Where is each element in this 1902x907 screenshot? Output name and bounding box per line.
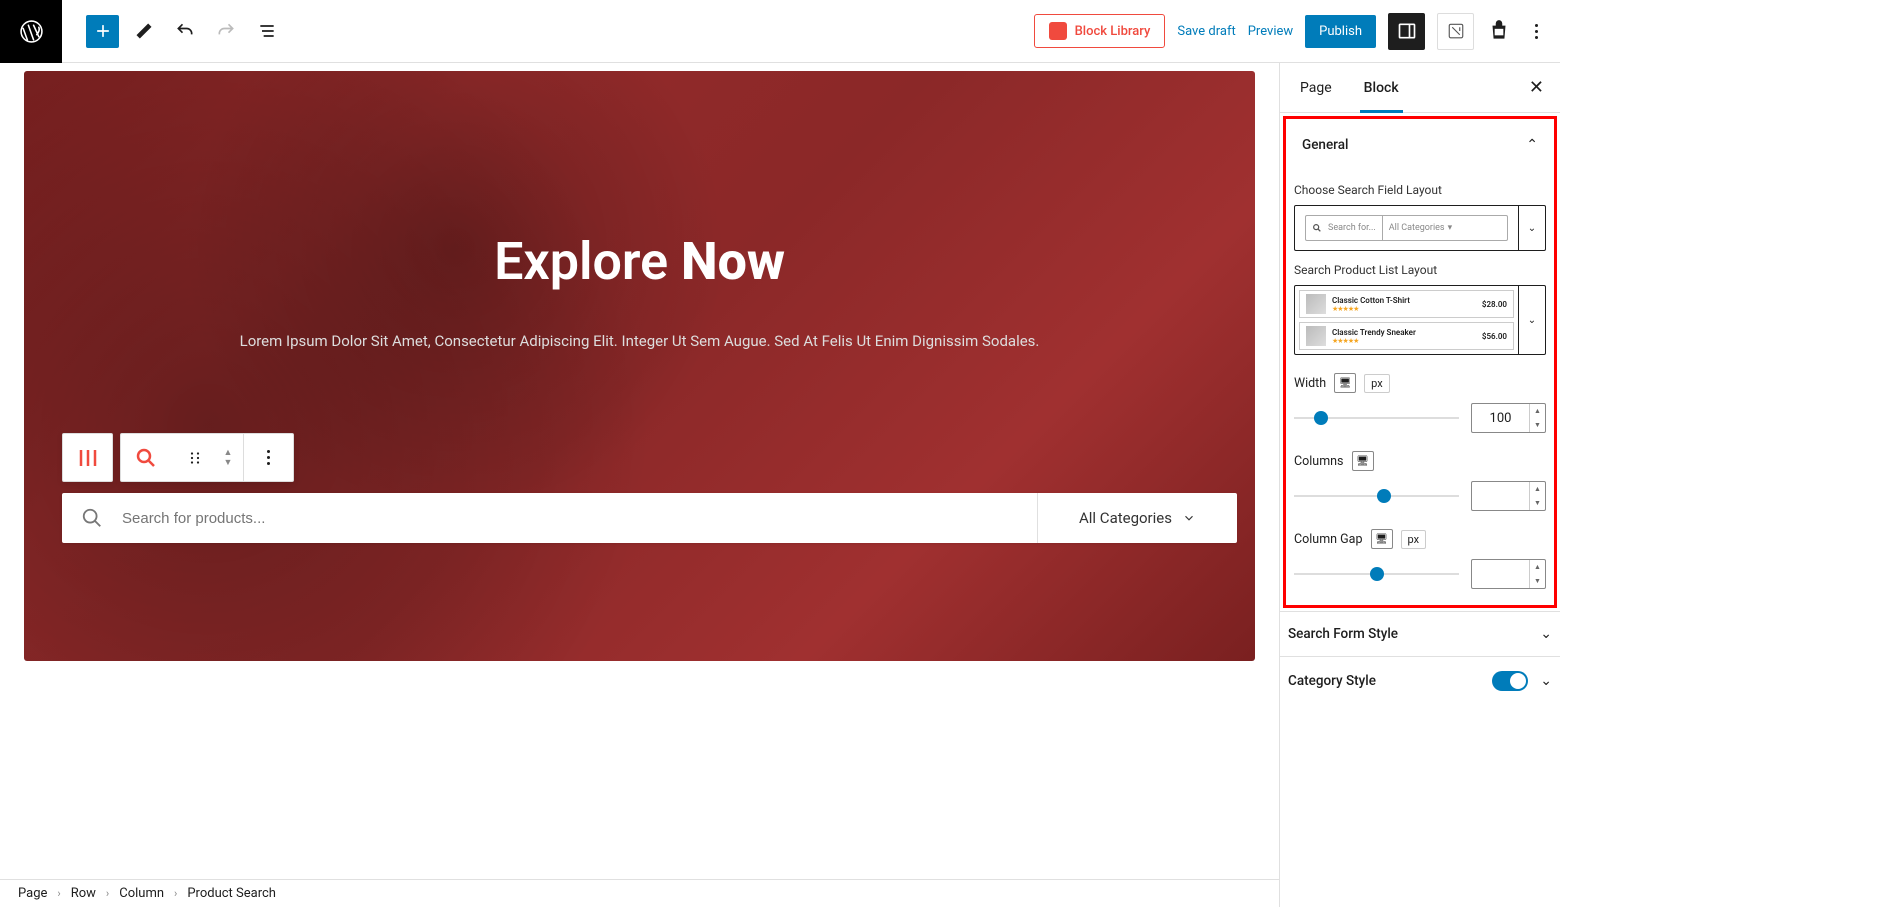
cart-icon[interactable] bbox=[1486, 18, 1512, 44]
bag-icon bbox=[1049, 22, 1067, 40]
preview-button[interactable]: Preview bbox=[1248, 24, 1293, 39]
styles-toggle-icon[interactable] bbox=[1437, 13, 1474, 50]
panel-general-toggle[interactable]: General ⌃ bbox=[1294, 123, 1546, 167]
breadcrumb-item[interactable]: Page bbox=[18, 886, 47, 901]
list-item: Classic Cotton T-Shirt ★★★★★ $28.00 bbox=[1299, 290, 1514, 318]
desktop-icon[interactable]: 🖥 bbox=[1334, 373, 1356, 393]
width-input[interactable]: 100 ▲▼ bbox=[1471, 403, 1546, 433]
tab-page[interactable]: Page bbox=[1296, 63, 1336, 112]
chevron-right-icon: › bbox=[106, 887, 109, 900]
list-layout-label: Search Product List Layout bbox=[1294, 263, 1546, 277]
unit-selector[interactable]: px bbox=[1364, 374, 1390, 393]
chevron-down-icon: ⌄ bbox=[1519, 206, 1545, 250]
save-draft-button[interactable]: Save draft bbox=[1177, 24, 1235, 39]
top-toolbar: Block Library Save draft Preview Publish bbox=[0, 0, 1560, 63]
unit-selector[interactable]: px bbox=[1401, 530, 1427, 549]
add-block-button[interactable] bbox=[86, 15, 119, 48]
block-toolbar: ▲▼ bbox=[62, 433, 294, 482]
list-item: Classic Trendy Sneaker ★★★★★ $56.00 bbox=[1299, 322, 1514, 350]
breadcrumb-item[interactable]: Row bbox=[71, 886, 96, 901]
drag-handle-icon[interactable] bbox=[170, 434, 219, 481]
more-options-icon[interactable] bbox=[1524, 19, 1548, 43]
block-more-icon[interactable] bbox=[244, 434, 293, 481]
chevron-down-icon: ⌄ bbox=[1519, 286, 1545, 354]
gap-slider[interactable] bbox=[1294, 572, 1459, 576]
chevron-up-icon: ⌃ bbox=[1526, 137, 1538, 153]
chevron-right-icon: › bbox=[57, 887, 60, 900]
chevron-right-icon: › bbox=[174, 887, 177, 900]
hero-section: Explore Now Lorem Ipsum Dolor Sit Amet, … bbox=[24, 71, 1255, 661]
category-style-toggle[interactable] bbox=[1492, 671, 1528, 691]
columns-input[interactable]: ▲▼ bbox=[1471, 481, 1546, 511]
hero-subtitle: Lorem Ipsum Dolor Sit Amet, Consectetur … bbox=[24, 332, 1255, 350]
breadcrumb: Page › Row › Column › Product Search bbox=[0, 879, 1279, 907]
chevron-down-icon bbox=[1182, 511, 1196, 525]
move-arrows[interactable]: ▲▼ bbox=[219, 448, 243, 468]
general-panel-highlight: General ⌃ Choose Search Field Layout Sea… bbox=[1283, 116, 1557, 608]
width-slider[interactable] bbox=[1294, 416, 1459, 420]
product-search-block[interactable]: All Categories bbox=[62, 493, 1237, 543]
publish-button[interactable]: Publish bbox=[1305, 15, 1376, 48]
list-layout-selector[interactable]: Classic Cotton T-Shirt ★★★★★ $28.00 Clas… bbox=[1294, 285, 1546, 355]
gap-input[interactable]: ▲▼ bbox=[1471, 559, 1546, 589]
list-view-icon[interactable] bbox=[250, 15, 283, 48]
choose-layout-label: Choose Search Field Layout bbox=[1294, 183, 1546, 197]
chevron-down-icon: ⌄ bbox=[1540, 673, 1552, 689]
settings-sidebar: Page Block ✕ General ⌃ Choose Search Fie… bbox=[1279, 63, 1560, 907]
search-block-icon[interactable] bbox=[121, 434, 170, 481]
search-icon bbox=[62, 507, 122, 529]
close-sidebar-icon[interactable]: ✕ bbox=[1529, 77, 1544, 98]
category-dropdown[interactable]: All Categories bbox=[1037, 493, 1237, 543]
width-label: Width bbox=[1294, 376, 1326, 391]
undo-icon[interactable] bbox=[168, 15, 201, 48]
columns-slider[interactable] bbox=[1294, 494, 1459, 498]
settings-sidebar-toggle[interactable] bbox=[1388, 13, 1425, 50]
block-library-label: Block Library bbox=[1075, 24, 1151, 39]
tab-block[interactable]: Block bbox=[1360, 63, 1403, 112]
redo-icon[interactable] bbox=[209, 15, 242, 48]
block-library-button[interactable]: Block Library bbox=[1034, 14, 1166, 48]
search-layout-selector[interactable]: Search for... All Categories▾ ⌄ bbox=[1294, 205, 1546, 251]
gap-label: Column Gap bbox=[1294, 532, 1363, 547]
breadcrumb-item[interactable]: Product Search bbox=[187, 886, 276, 901]
columns-block-icon[interactable] bbox=[63, 434, 112, 481]
wordpress-logo[interactable] bbox=[0, 0, 62, 63]
columns-label: Columns bbox=[1294, 454, 1344, 469]
hero-title: Explore Now bbox=[24, 231, 1255, 292]
chevron-down-icon: ⌄ bbox=[1540, 626, 1552, 642]
panel-search-form-style-toggle[interactable]: Search Form Style ⌄ bbox=[1280, 612, 1560, 656]
breadcrumb-item[interactable]: Column bbox=[119, 886, 164, 901]
search-input[interactable] bbox=[122, 510, 1037, 527]
panel-category-style-toggle[interactable]: Category Style ⌄ bbox=[1280, 657, 1560, 705]
desktop-icon[interactable]: 🖥 bbox=[1371, 529, 1393, 549]
edit-tool-icon[interactable] bbox=[127, 15, 160, 48]
desktop-icon[interactable]: 🖥 bbox=[1352, 451, 1374, 471]
